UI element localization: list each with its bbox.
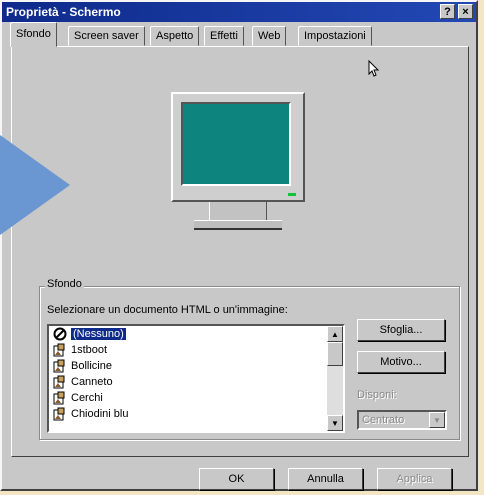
list-item[interactable]: Chiodini blu	[49, 406, 343, 422]
list-item-label: Cerchi	[71, 392, 103, 404]
list-item-label: Chiodini blu	[71, 408, 129, 420]
image-file-icon	[53, 343, 65, 357]
scroll-up-icon[interactable]: ▲	[327, 326, 343, 342]
mouse-cursor-icon	[368, 60, 380, 77]
monitor-base	[194, 220, 282, 230]
wallpaper-list[interactable]: (Nessuno) 1stboot Bollicine Canneto Cerc…	[47, 324, 345, 433]
help-button[interactable]: ?	[440, 4, 455, 19]
list-item[interactable]: Cerchi	[49, 390, 343, 406]
image-file-icon	[53, 391, 65, 405]
ok-button[interactable]: OK	[199, 468, 274, 490]
list-item[interactable]: Bollicine	[49, 358, 343, 374]
power-led-icon	[288, 193, 296, 196]
close-button[interactable]: ×	[458, 4, 473, 19]
tab-impostazioni[interactable]: Impostazioni	[298, 26, 372, 46]
tab-screen-saver[interactable]: Screen saver	[68, 26, 145, 46]
image-file-icon	[53, 375, 65, 389]
tab-sfondo[interactable]: Sfondo	[10, 22, 57, 47]
tab-aspetto[interactable]: Aspetto	[150, 26, 200, 46]
tab-effetti[interactable]: Effetti	[204, 26, 244, 46]
list-scrollbar[interactable]: ▲ ▼	[327, 326, 343, 431]
display-mode-label: Disponi:	[357, 389, 397, 401]
display-properties-window: Proprietà - Schermo ? × Sfondo Screen sa…	[0, 0, 478, 491]
image-file-icon	[53, 359, 65, 373]
display-mode-select[interactable]: Centrato ▼	[357, 410, 447, 430]
wallpaper-group-label: Sfondo	[45, 278, 84, 290]
list-item[interactable]: 1stboot	[49, 342, 343, 358]
list-item-label: (Nessuno)	[71, 328, 126, 340]
monitor-stand	[209, 202, 267, 220]
image-file-icon	[53, 407, 65, 421]
cancel-button[interactable]: Annulla	[288, 468, 363, 490]
chevron-down-icon[interactable]: ▼	[429, 412, 445, 428]
browse-button[interactable]: Sfoglia...	[357, 319, 445, 341]
apply-button[interactable]: Applica	[377, 468, 452, 490]
tab-web[interactable]: Web	[252, 26, 287, 46]
callout-arrow-icon	[0, 135, 70, 235]
list-item-label: 1stboot	[71, 344, 108, 356]
desktop-preview-screen	[181, 102, 291, 186]
title-bar[interactable]: Proprietà - Schermo ? ×	[2, 2, 476, 22]
pattern-button[interactable]: Motivo...	[357, 351, 445, 373]
monitor-preview	[171, 92, 305, 202]
list-item[interactable]: Canneto	[49, 374, 343, 390]
scroll-down-icon[interactable]: ▼	[327, 415, 343, 431]
wallpaper-instruction: Selezionare un documento HTML o un'immag…	[47, 304, 288, 316]
none-icon	[53, 327, 67, 341]
scroll-thumb[interactable]	[327, 342, 343, 366]
list-item-label: Canneto	[71, 376, 113, 388]
window-title: Proprietà - Schermo	[6, 5, 121, 19]
list-item-label: Bollicine	[71, 360, 112, 372]
display-mode-value: Centrato	[362, 414, 405, 426]
list-item[interactable]: (Nessuno)	[49, 326, 343, 342]
